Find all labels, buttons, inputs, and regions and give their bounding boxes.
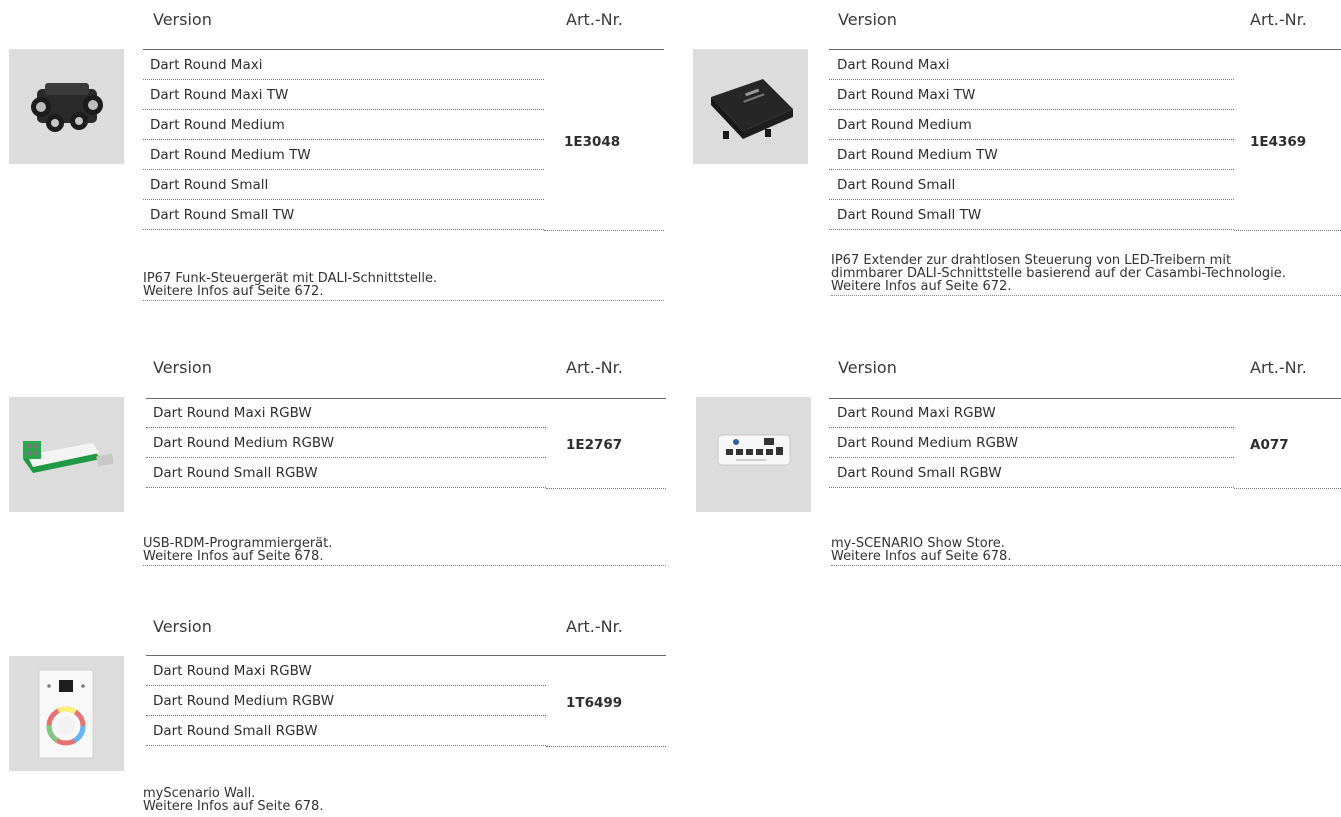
description-line: Weitere Infos auf Seite 678.: [143, 549, 324, 564]
version-row: Dart Round Maxi: [829, 50, 1234, 80]
version-row: Dart Round Maxi TW: [829, 80, 1234, 110]
version-row: Dart Round Maxi TW: [143, 80, 544, 110]
version-row: Dart Round Medium: [829, 110, 1234, 140]
version-row: Dart Round Medium TW: [143, 140, 544, 170]
description-line: Weitere Infos auf Seite 672.: [831, 279, 1012, 294]
version-row: Dart Round Small RGBW: [146, 716, 546, 746]
version-row: Dart Round Small: [829, 170, 1234, 200]
article-number-divider: [546, 746, 666, 747]
description-line: Weitere Infos auf Seite 678.: [831, 549, 1012, 564]
version-row: Dart Round Medium RGBW: [146, 686, 546, 716]
product-description: myScenario Wall. Weitere Infos auf Seite…: [143, 787, 393, 815]
product-description: my-SCENARIO Show Store. Weitere Infos au…: [831, 537, 1341, 566]
product-description: USB-RDM-Programmiergerät. Weitere Infos …: [143, 537, 666, 566]
article-number: 1T6499: [566, 695, 623, 711]
version-row: Dart Round Small RGBW: [829, 458, 1234, 488]
column-header-art-nr: Art.-Nr.: [566, 358, 623, 377]
column-header-art-nr: Art.-Nr.: [566, 10, 623, 29]
article-number-divider: [546, 488, 666, 489]
description-line: Weitere Infos auf Seite 672.: [143, 284, 324, 299]
product-image-wall-panel-controller: [9, 656, 124, 771]
column-header-art-nr: Art.-Nr.: [1250, 358, 1307, 377]
product-image-usb-programmer: [9, 397, 124, 512]
column-header-art-nr: Art.-Nr.: [566, 617, 623, 636]
product-image-show-store-device: [696, 397, 811, 512]
article-number: A077: [1250, 437, 1289, 453]
version-row: Dart Round Medium TW: [829, 140, 1234, 170]
article-number-divider: [1234, 488, 1341, 489]
article-number: 1E4369: [1250, 134, 1307, 150]
product-description: IP67 Funk-Steuergerät mit DALI-Schnittst…: [143, 272, 664, 301]
product-image-black-junction-box: [9, 49, 124, 164]
product-image-black-extender-module: [693, 49, 808, 164]
article-number-divider: [1234, 230, 1341, 231]
version-row: Dart Round Medium: [143, 110, 544, 140]
column-header-version: Version: [838, 10, 897, 29]
column-header-version: Version: [838, 358, 897, 377]
column-header-art-nr: Art.-Nr.: [1250, 10, 1307, 29]
version-row: Dart Round Small RGBW: [146, 458, 546, 488]
article-number: 1E2767: [566, 437, 623, 453]
version-row: Dart Round Medium RGBW: [829, 428, 1234, 458]
version-row: Dart Round Maxi RGBW: [829, 398, 1234, 428]
description-line: Weitere Infos auf Seite 678.: [143, 799, 324, 814]
version-row: Dart Round Medium RGBW: [146, 428, 546, 458]
column-header-version: Version: [153, 10, 212, 29]
version-row: Dart Round Maxi: [143, 50, 544, 80]
version-row: Dart Round Small: [143, 170, 544, 200]
version-row: Dart Round Small TW: [143, 200, 544, 230]
column-header-version: Version: [153, 617, 212, 636]
version-row: Dart Round Maxi RGBW: [146, 398, 546, 428]
article-number-divider: [544, 230, 664, 231]
version-row: Dart Round Maxi RGBW: [146, 656, 546, 686]
product-description: IP67 Extender zur drahtlosen Steuerung v…: [831, 254, 1341, 296]
column-header-version: Version: [153, 358, 212, 377]
article-number: 1E3048: [564, 134, 621, 150]
version-row: Dart Round Small TW: [829, 200, 1234, 230]
